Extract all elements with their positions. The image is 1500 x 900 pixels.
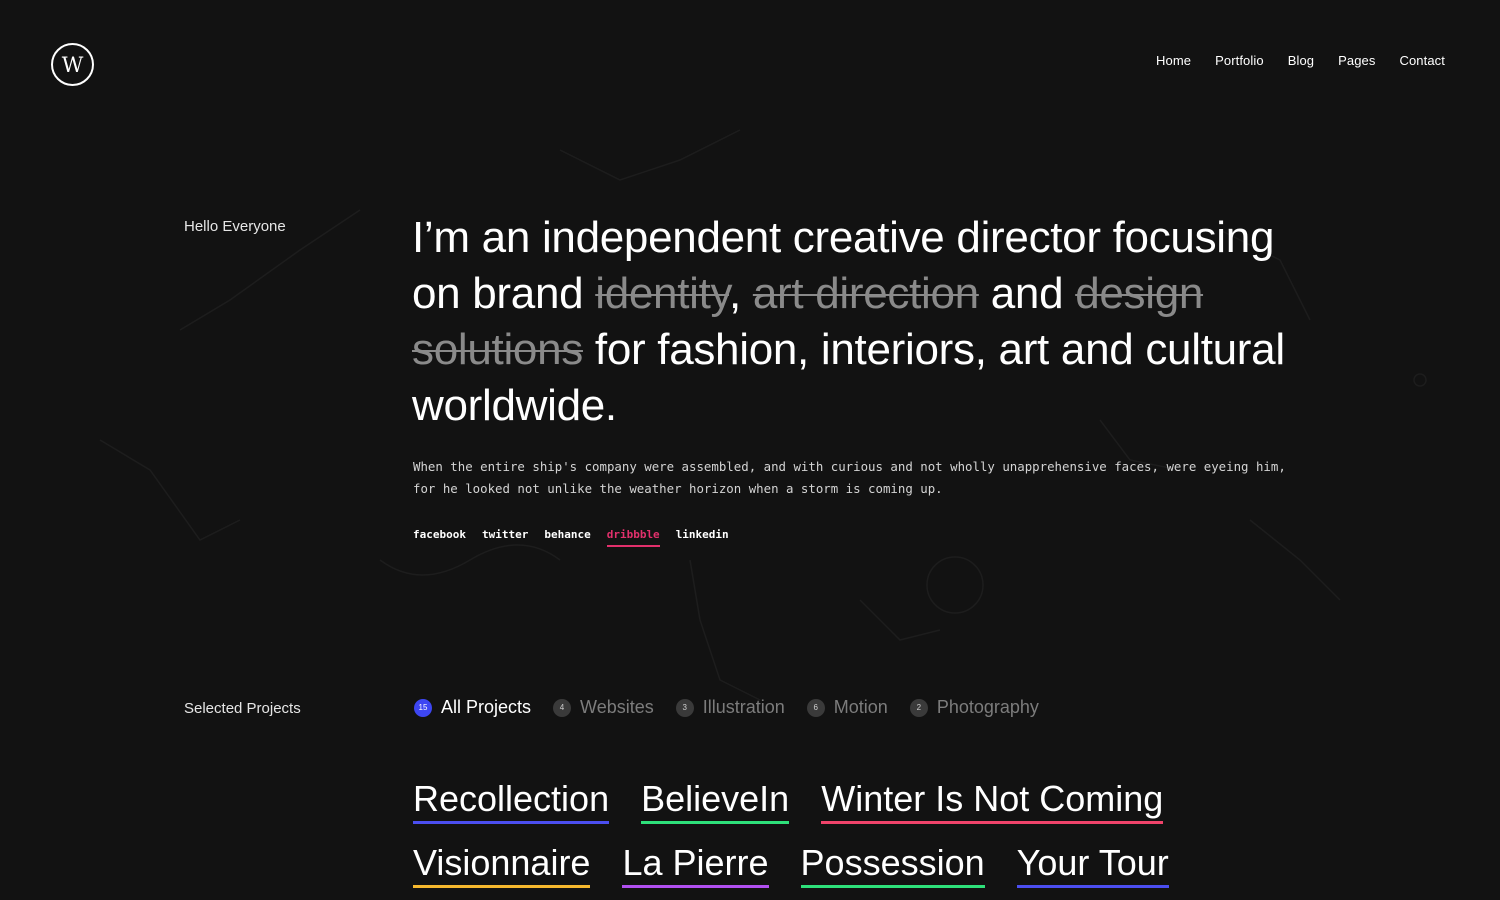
filter-all-projects[interactable]: 15 All Projects bbox=[414, 697, 531, 718]
project-possession[interactable]: Possession bbox=[800, 841, 985, 888]
filter-photography[interactable]: 2 Photography bbox=[909, 697, 1039, 718]
social-behance-link[interactable]: behance bbox=[544, 528, 590, 547]
project-winter-is-not-coming[interactable]: Winter Is Not Coming bbox=[821, 777, 1164, 824]
project-believein[interactable]: BelieveIn bbox=[641, 777, 790, 824]
filter-label: Motion bbox=[833, 697, 888, 717]
project-filters: 15 All Projects 4 Websites 3 Illustratio… bbox=[414, 697, 1039, 718]
social-linkedin-link[interactable]: linkedin bbox=[676, 528, 729, 547]
nav-portfolio[interactable]: Portfolio bbox=[1215, 53, 1264, 68]
project-visionnaire[interactable]: Visionnaire bbox=[413, 841, 591, 888]
filter-label: Photography bbox=[936, 697, 1039, 717]
project-your-tour[interactable]: Your Tour bbox=[1016, 841, 1169, 888]
filter-count-badge: 3 bbox=[675, 698, 694, 717]
nav-blog[interactable]: Blog bbox=[1288, 53, 1314, 68]
site-logo[interactable]: W bbox=[51, 43, 94, 86]
hero-label: Hello Everyone bbox=[184, 218, 286, 235]
filter-label: Websites bbox=[580, 697, 654, 717]
nav-pages[interactable]: Pages bbox=[1338, 53, 1375, 68]
project-la-pierre[interactable]: La Pierre bbox=[622, 841, 769, 888]
filter-label: All Projects bbox=[441, 697, 532, 717]
social-facebook-link[interactable]: facebook bbox=[413, 528, 466, 547]
project-row: Visionnaire La Pierre Possession Your To… bbox=[413, 841, 1313, 900]
filter-illustration[interactable]: 3 Illustration bbox=[675, 697, 785, 718]
filter-count-badge: 2 bbox=[909, 698, 928, 717]
logo-letter: W bbox=[61, 52, 84, 77]
hero-description: When the entire ship's company were asse… bbox=[413, 459, 1286, 496]
title-strike-identity: identity bbox=[595, 269, 729, 318]
filter-count-badge: 15 bbox=[414, 698, 432, 717]
project-recollection[interactable]: Recollection bbox=[413, 777, 610, 824]
filter-label: Illustration bbox=[702, 697, 785, 717]
project-list: Recollection BelieveIn Winter Is Not Com… bbox=[413, 777, 1313, 900]
filter-motion[interactable]: 6 Motion bbox=[806, 697, 888, 718]
main-nav: Home Portfolio Blog Pages Contact bbox=[1156, 53, 1445, 68]
hero-title: I’m an independent creative director foc… bbox=[412, 210, 1332, 434]
title-part-3: and bbox=[978, 269, 1076, 318]
filter-count-badge: 4 bbox=[553, 698, 572, 717]
social-twitter-link[interactable]: twitter bbox=[482, 528, 528, 547]
background-line-art bbox=[99, 129, 1427, 701]
filter-websites[interactable]: 4 Websites bbox=[553, 697, 654, 718]
title-strike-art-direction: art direction bbox=[752, 269, 979, 318]
social-links: facebook twitter behance dribbble linked… bbox=[413, 528, 729, 547]
nav-contact[interactable]: Contact bbox=[1399, 53, 1445, 68]
title-part-2: , bbox=[728, 269, 753, 318]
project-row: Recollection BelieveIn Winter Is Not Com… bbox=[413, 777, 1313, 841]
nav-home[interactable]: Home bbox=[1156, 53, 1191, 68]
filter-count-badge: 6 bbox=[806, 698, 825, 717]
projects-label: Selected Projects bbox=[184, 700, 301, 717]
social-dribbble-link[interactable]: dribbble bbox=[606, 528, 660, 547]
